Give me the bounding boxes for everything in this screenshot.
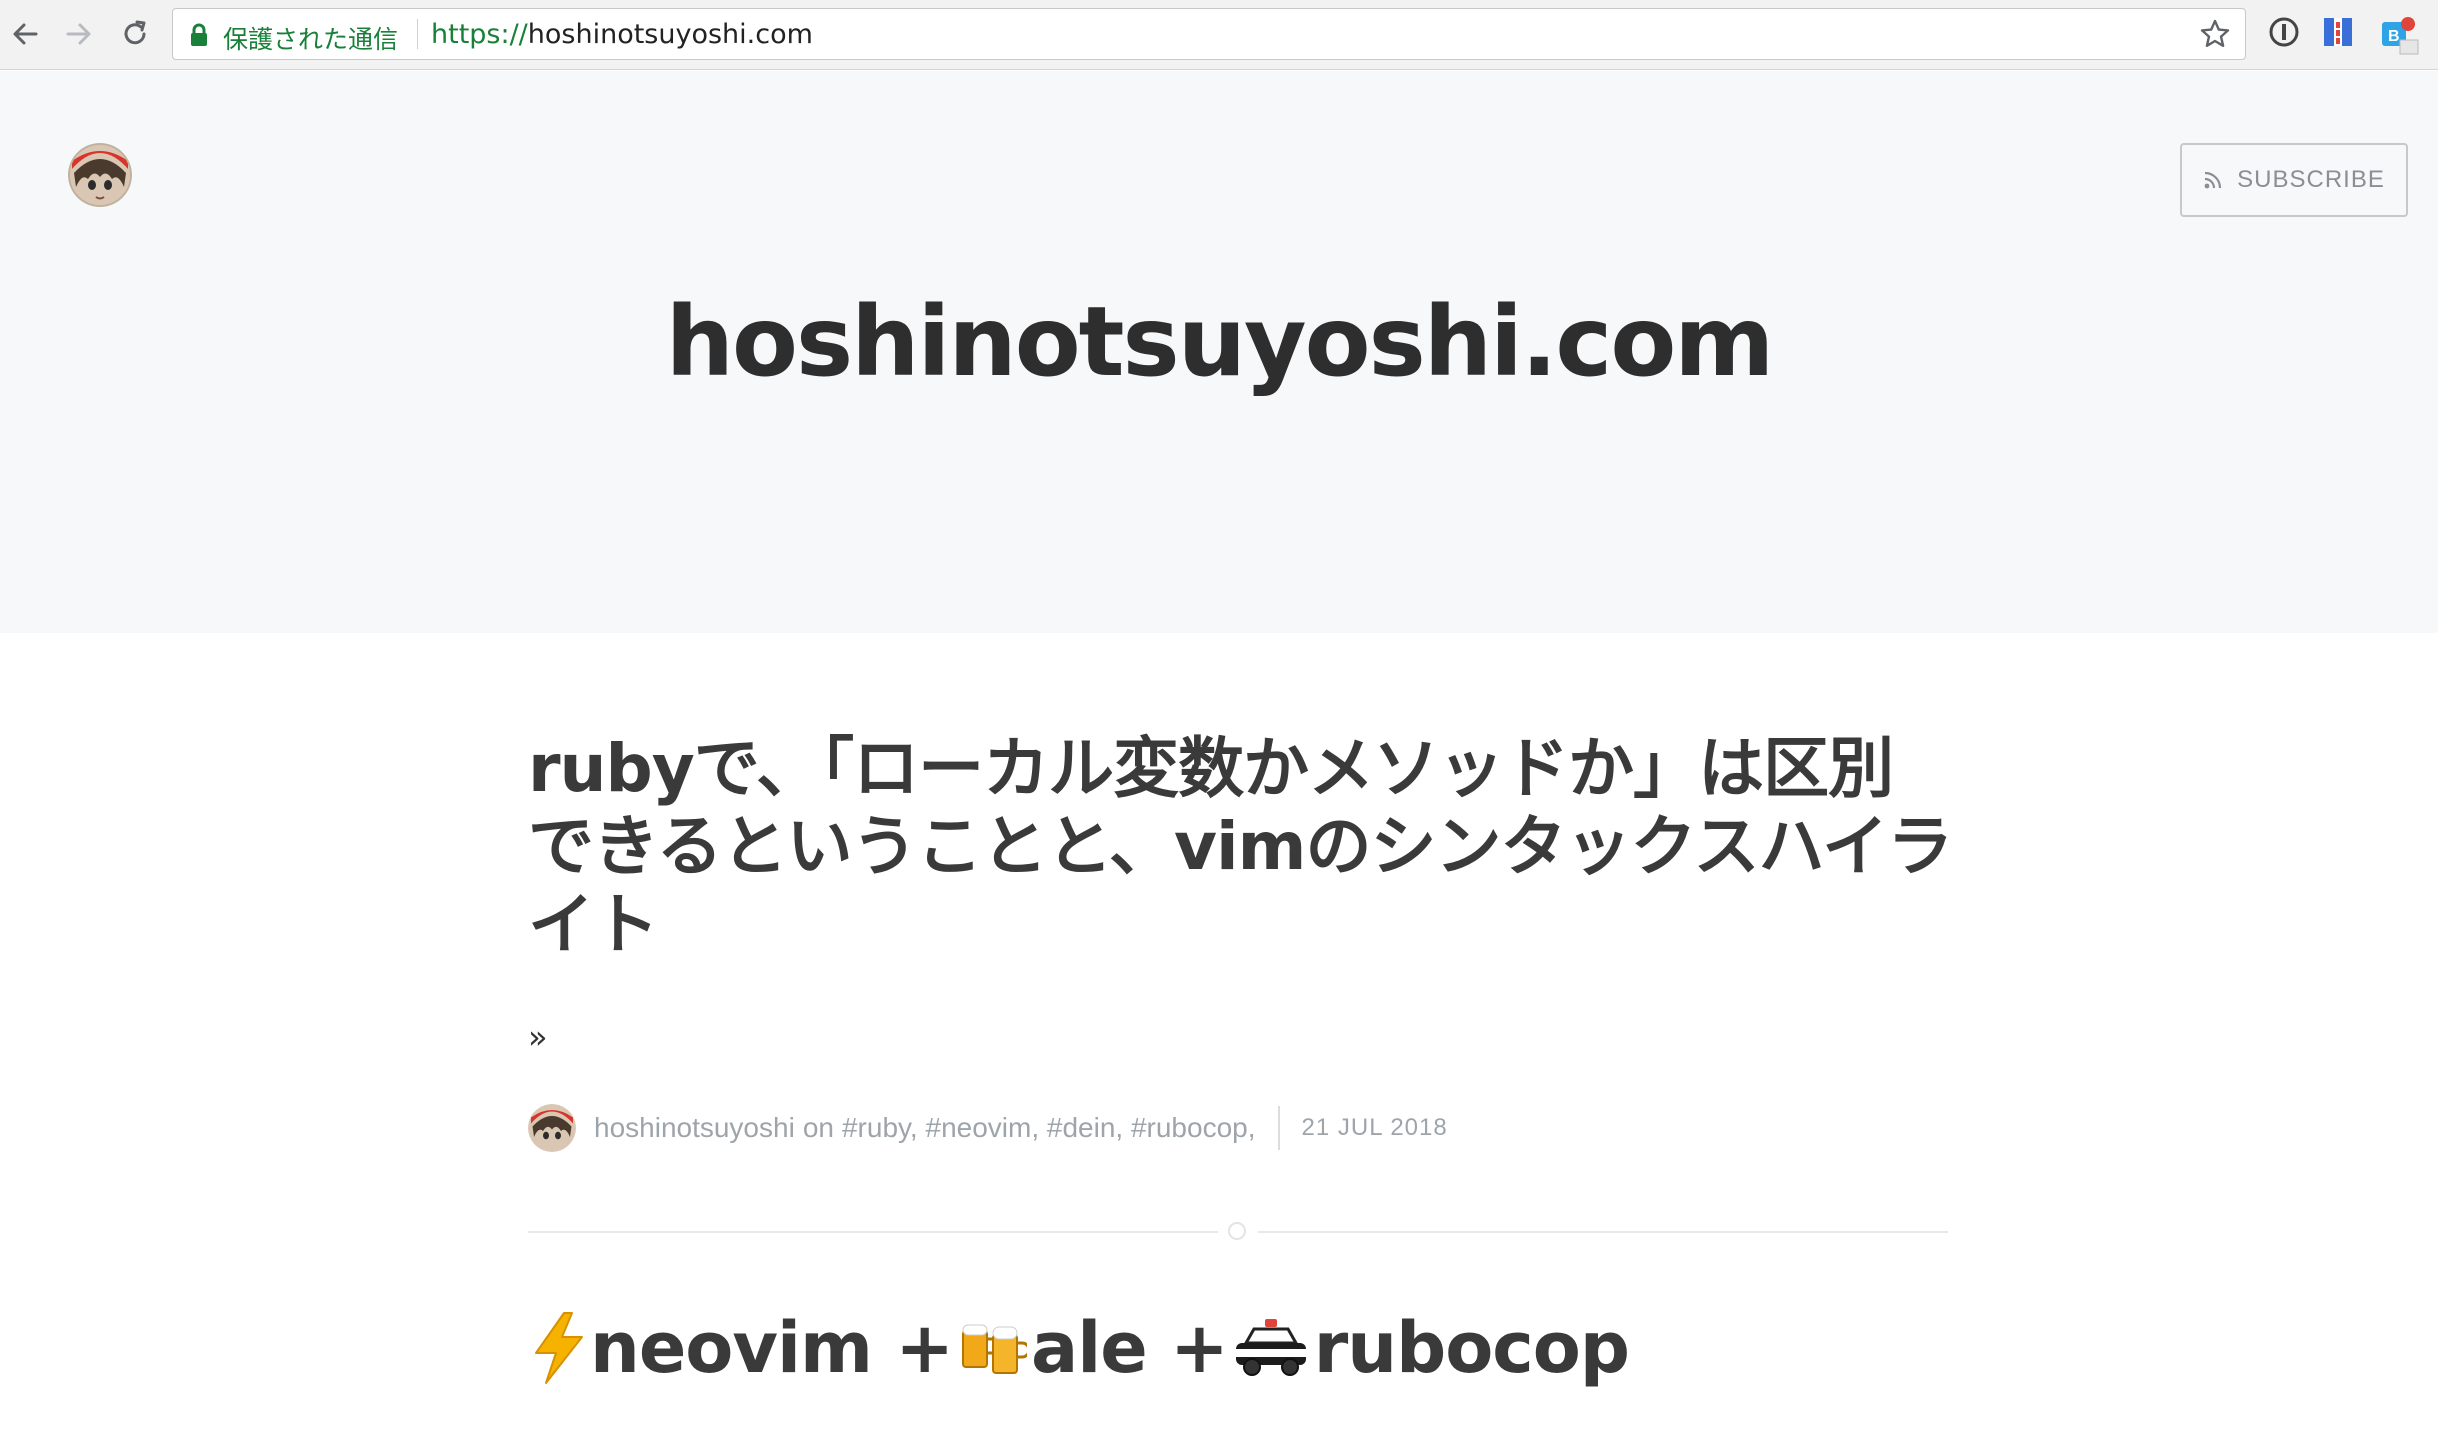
secure-connection-label[interactable]: 保護された通信 <box>223 20 398 56</box>
tag-links[interactable]: #ruby, #neovim, #dein, #rubocop, <box>842 1112 1256 1144</box>
svg-text:B: B <box>2388 28 2400 45</box>
url-scheme: https:// <box>431 19 528 50</box>
meta-separator <box>1277 1106 1280 1150</box>
beer-mugs-icon <box>962 1324 1027 1374</box>
reload-button[interactable] <box>112 11 158 57</box>
address-bar[interactable]: 保護された通信 https://hoshinotsuyoshi.com <box>172 8 2246 60</box>
back-button[interactable] <box>2 11 48 57</box>
subscribe-button[interactable]: SUBSCRIBE <box>2180 143 2408 217</box>
lightning-icon <box>535 1312 583 1384</box>
forward-button[interactable] <box>56 11 102 57</box>
browser-toolbar: 保護された通信 https://hoshinotsuyoshi.com B <box>0 0 2438 70</box>
back-icon <box>13 23 38 45</box>
heading-neovim: neovim + <box>590 1307 954 1389</box>
password-manager-icon[interactable] <box>2268 16 2300 48</box>
reload-icon <box>124 20 146 45</box>
star-icon[interactable] <box>2199 18 2231 50</box>
rss-icon <box>2204 171 2222 189</box>
post-title[interactable]: rubyで、「ローカル変数かメソッドか」は区別できるということと、vimのシンタ… <box>528 730 1958 964</box>
divider-dot <box>1228 1222 1246 1240</box>
section-heading: neovim + ale + rubocop <box>528 1300 1630 1396</box>
post-divider <box>528 1222 1948 1240</box>
blog-avatar[interactable] <box>68 143 132 207</box>
extension-icon[interactable] <box>2322 16 2354 48</box>
post-excerpt: » <box>528 1018 548 1056</box>
site-header: SUBSCRIBE hoshinotsuyoshi.com <box>0 71 2438 633</box>
author-avatar[interactable] <box>528 1104 576 1152</box>
author-link[interactable]: hoshinotsuyoshi <box>594 1112 795 1144</box>
lock-icon <box>191 23 207 46</box>
avatar-image <box>68 143 132 207</box>
heading-ale: ale + <box>1031 1307 1229 1389</box>
site-title[interactable]: hoshinotsuyoshi.com <box>0 286 2438 398</box>
omnibox-separator <box>417 19 418 49</box>
post-meta: hoshinotsuyoshi on #ruby, #neovim, #dein… <box>528 1102 1448 1154</box>
author-avatar-image <box>528 1104 576 1152</box>
forward-icon <box>66 23 91 45</box>
on-word: on <box>802 1112 834 1143</box>
divider-line <box>528 1231 1218 1233</box>
heading-rubocop: rubocop <box>1313 1307 1630 1389</box>
hatena-bookmark-icon[interactable]: B <box>2380 16 2420 56</box>
divider-line <box>1258 1231 1948 1233</box>
subscribe-label: SUBSCRIBE <box>2237 166 2385 193</box>
post-date: 21 JUL 2018 <box>1301 1114 1448 1141</box>
url-host: hoshinotsuyoshi.com <box>527 19 813 50</box>
url-text[interactable]: https://hoshinotsuyoshi.com <box>431 19 813 50</box>
police-car-icon <box>1235 1319 1306 1376</box>
